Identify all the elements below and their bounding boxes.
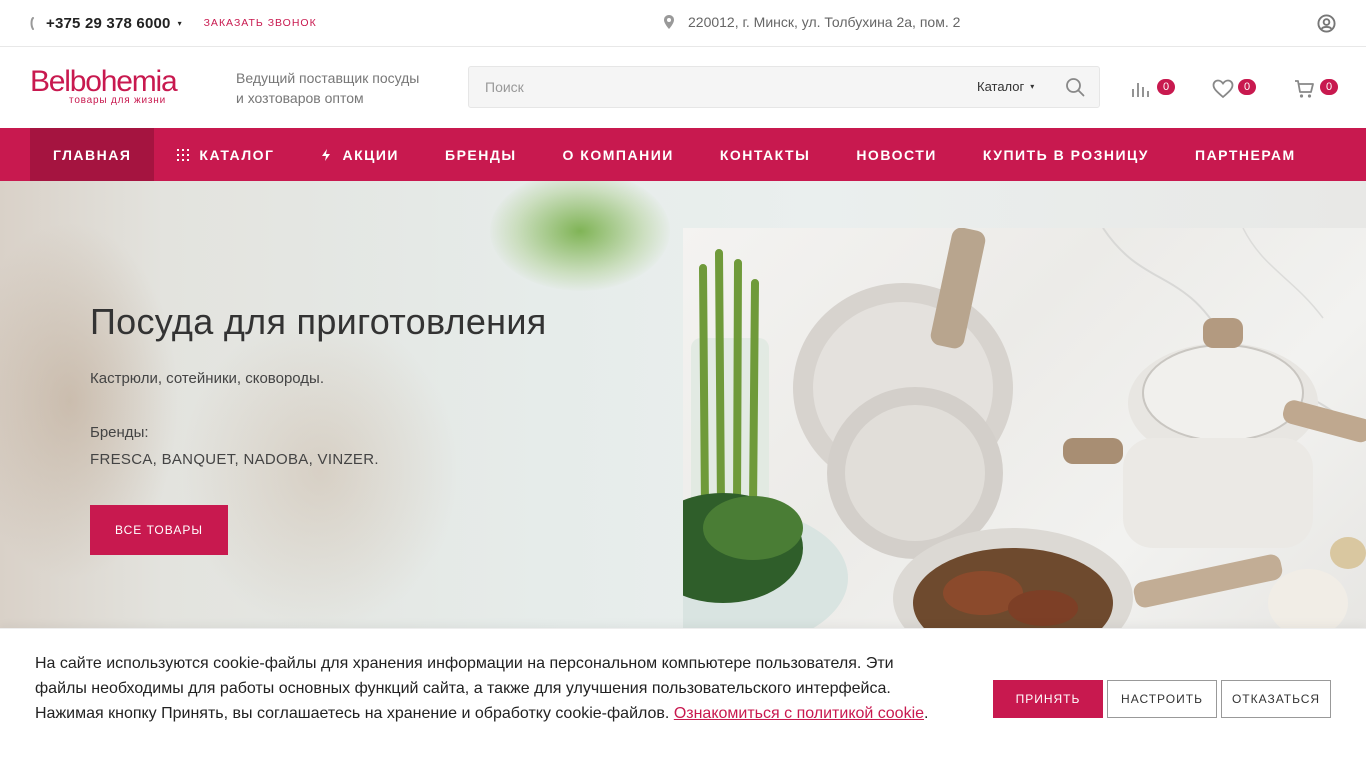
nav-item-retail[interactable]: Купить в розницу [960,128,1172,181]
nav-item-home[interactable]: Главная [30,128,155,181]
favorites-counter[interactable]: 0 [1212,79,1256,99]
logo-wordmark: Belbohemia [30,65,178,98]
user-account-icon[interactable] [1317,14,1336,33]
hero-title: Посуда для приготовления [90,301,547,342]
cart-icon [1295,80,1314,98]
nav-item-sales[interactable]: Акции [297,128,422,181]
cart-counter[interactable]: 0 [1294,79,1338,99]
address-text: 220012, г. Минск, ул. Толбухина 2а, пом.… [688,14,961,30]
nav-item-contacts[interactable]: Контакты [697,128,833,181]
phone-block[interactable]: +375 29 378 6000 ▾ [30,15,182,32]
nav-item-label: Каталог [199,146,275,163]
search-input[interactable] [485,67,955,107]
all-products-button[interactable]: Все товары [90,505,228,555]
nav-item-label: Контакты [719,146,811,163]
cart-count-badge: 0 [1320,79,1338,95]
hero-subtitle: Кастрюли, сотейники, сковороды. [90,370,324,387]
hero-greenery-blur [490,181,670,291]
lightning-icon [322,148,331,161]
header-slogan: Ведущий поставщик посуды и хозтоваров оп… [236,68,446,108]
hero-product-image [683,228,1366,628]
cookie-consent-bar: На сайте используются cookie-файлы для х… [0,628,1366,768]
slogan-line-2: и хозтоваров оптом [236,90,364,106]
hero-background-blur [180,311,460,628]
search-category-select[interactable]: Каталог ▾ [977,79,1034,94]
compare-icon [1132,83,1149,97]
hero-brands-label: Бренды: [90,424,149,441]
cookie-decline-button[interactable]: Отказаться [1221,680,1331,718]
nav-item-label: Новости [856,146,937,163]
search-bar: Каталог ▾ [468,66,1100,108]
heart-icon [1212,79,1234,99]
nav-item-brands[interactable]: Бренды [422,128,540,181]
cookie-settings-button[interactable]: Настроить [1107,680,1217,718]
nav-item-label: Партнерам [1195,146,1296,163]
phone-dropdown-icon[interactable]: ▾ [178,19,182,28]
grid-icon [177,148,190,161]
logo[interactable]: Belbohemia товары для жизни [30,65,206,107]
phone-number[interactable]: +375 29 378 6000 [46,15,171,32]
hero-banner: Посуда для приготовления Кастрюли, сотей… [0,181,1366,628]
top-bar: +375 29 378 6000 ▾ Заказать звонок 22001… [0,0,1366,47]
cookie-message: На сайте используются cookie-файлы для х… [35,655,929,722]
search-category-label: Каталог [977,79,1025,94]
phone-icon [30,17,40,30]
nav-item-label: Акции [342,146,399,163]
nav-item-label: Купить в розницу [982,146,1149,163]
chevron-down-icon: ▾ [1030,82,1035,91]
nav-item-partners[interactable]: Партнерам [1172,128,1319,181]
nav-item-catalog[interactable]: Каталог [154,128,297,181]
cookie-policy-link[interactable]: Ознакомиться с политикой cookie [674,705,924,722]
location-pin-icon [664,15,674,29]
hero-brands-list: FRESCA, BANQUET, NADOBA, VINZER. [90,451,379,468]
callback-link[interactable]: Заказать звонок [204,17,317,29]
compare-counter[interactable]: 0 [1131,79,1175,99]
header: Belbohemia товары для жизни Ведущий пост… [0,47,1366,128]
cookie-accept-button[interactable]: Принять [993,680,1103,718]
compare-count-badge: 0 [1157,79,1175,95]
cookware-illustration [683,228,1366,628]
slogan-line-1: Ведущий поставщик посуды [236,70,420,86]
nav-item-label: Главная [53,146,132,163]
nav-item-news[interactable]: Новости [833,128,960,181]
main-navigation: Главная Каталог Акции Бренды О компании … [0,128,1366,181]
favorites-count-badge: 0 [1238,79,1256,95]
nav-item-label: Бренды [445,146,517,163]
nav-item-about[interactable]: О компании [540,128,697,181]
search-icon[interactable] [1065,77,1085,97]
nav-item-label: О компании [562,146,674,163]
address-block: 220012, г. Минск, ул. Толбухина 2а, пом.… [664,14,960,30]
